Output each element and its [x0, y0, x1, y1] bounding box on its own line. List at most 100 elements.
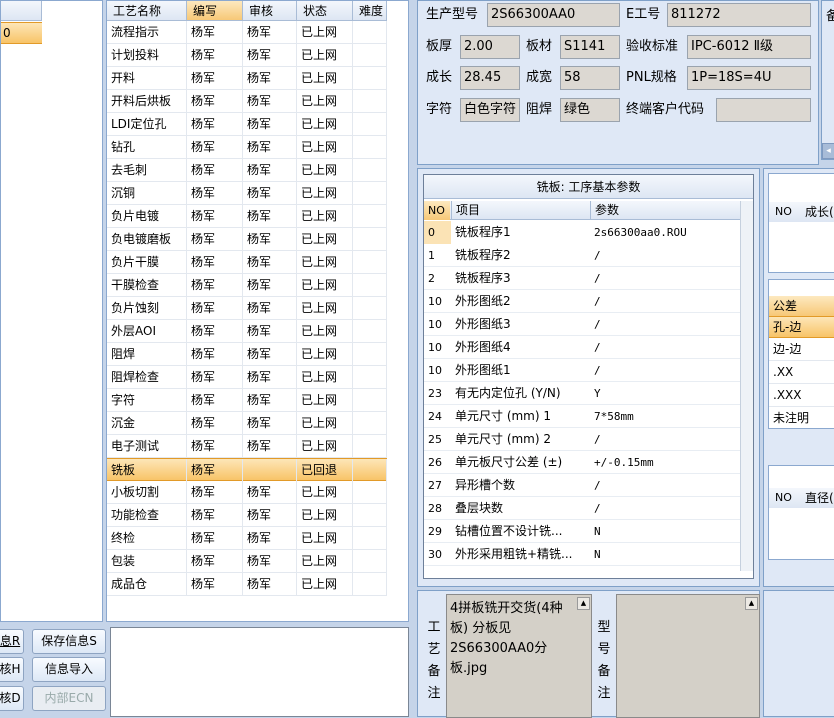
table-row[interactable]: LDI定位孔 杨军 杨军 已上网	[107, 113, 387, 136]
tolerance-item-xxx[interactable]: .XXX	[769, 384, 834, 407]
status-cell: 已上网	[297, 389, 353, 412]
status-cell: 已上网	[297, 136, 353, 159]
right-grid1-col-no[interactable]: NO	[775, 202, 792, 222]
table-row[interactable]: 开料 杨军 杨军 已上网	[107, 67, 387, 90]
col-header-difficulty[interactable]: 难度	[353, 1, 387, 21]
reviewer-cell: 杨军	[243, 205, 297, 228]
material-field[interactable]: S1141	[560, 35, 620, 59]
list-item[interactable]: 1 铣板程序2 /	[424, 244, 740, 267]
eno-field[interactable]: 811272	[667, 3, 811, 27]
table-row[interactable]: 包装 杨军 杨军 已上网	[107, 550, 387, 573]
reviewer-cell: 杨军	[243, 113, 297, 136]
list-item[interactable]: 0 铣板程序1 2s66300aa0.ROU	[424, 221, 740, 244]
tolerance-item-hole-edge[interactable]: 孔-边	[769, 316, 834, 338]
param-item-cell: 外形图纸4	[455, 340, 511, 354]
right-grid1-col-len[interactable]: 成长(	[805, 202, 834, 222]
table-row[interactable]: 铣板 杨军 已回退	[107, 458, 387, 482]
import-info-button[interactable]: 信息导入	[32, 657, 106, 682]
table-row[interactable]: 沉铜 杨军 杨军 已上网	[107, 182, 387, 205]
list-item[interactable]: 23 有无内定位孔 (Y/N) Y	[424, 382, 740, 405]
list-item[interactable]: 27 异形槽个数 /	[424, 474, 740, 497]
col-header-process[interactable]: 工艺名称	[107, 1, 187, 21]
list-item[interactable]: 26 单元板尺寸公差 (±) +/-0.15mm	[424, 451, 740, 474]
note-textarea[interactable]	[110, 627, 409, 717]
list-item[interactable]: 2 铣板程序3 /	[424, 267, 740, 290]
table-row[interactable]: 功能检查 杨军 杨军 已上网	[107, 504, 387, 527]
list-item[interactable]: 29 钻槽位置不设计铣... N	[424, 520, 740, 543]
right-grid2-col-no[interactable]: NO	[775, 488, 792, 508]
table-row[interactable]: 阻焊检查 杨军 杨军 已上网	[107, 366, 387, 389]
reviewer-cell: 杨军	[243, 251, 297, 274]
pnl-field[interactable]: 1P=18S=4U	[687, 66, 811, 90]
col-header-writer[interactable]: 编写	[187, 1, 243, 21]
tolerance-item-edge-edge[interactable]: 边-边	[769, 338, 834, 361]
model-remark-scroll-up[interactable]: ▲	[745, 597, 758, 610]
model-label: 生产型号	[426, 7, 479, 22]
table-row[interactable]: 电子测试 杨军 杨军 已上网	[107, 435, 387, 458]
status-cell: 已上网	[297, 21, 353, 44]
char-field[interactable]: 白色字符	[460, 98, 520, 122]
model-field[interactable]: 2S66300AA0	[487, 3, 620, 27]
tolerance-item-unmarked[interactable]: 未注明	[769, 407, 834, 430]
list-item[interactable]: 30 外形采用粗铣+精铣... N	[424, 543, 740, 566]
list-item[interactable]: 10 外形图纸1 /	[424, 359, 740, 382]
table-row[interactable]: 阻焊 杨军 杨军 已上网	[107, 343, 387, 366]
writer-cell: 杨军	[187, 205, 243, 228]
param-no-cell: 24	[428, 410, 442, 423]
table-row[interactable]: 干膜检查 杨军 杨军 已上网	[107, 274, 387, 297]
table-row[interactable]: 成品仓 杨军 杨军 已上网	[107, 573, 387, 596]
reviewer-cell: 杨军	[243, 90, 297, 113]
review-d-button[interactable]: 核D	[0, 686, 24, 711]
process-remark-scroll-up[interactable]: ▲	[577, 597, 590, 610]
params-col-value[interactable]: 参数	[590, 201, 740, 220]
scroll-left-button[interactable]: ◂	[822, 143, 834, 159]
list-item[interactable]: 25 单元尺寸 (mm) 2 /	[424, 428, 740, 451]
internal-ecn-button[interactable]: 内部ECN	[32, 686, 106, 711]
table-row[interactable]: 负片电镀 杨军 杨军 已上网	[107, 205, 387, 228]
table-row[interactable]: 计划投料 杨军 杨军 已上网	[107, 44, 387, 67]
order-info-panel: 生产型号 2S66300AA0 E工号 811272 板厚 2.00 板材 S1…	[417, 0, 819, 165]
list-item[interactable]: 28 叠层块数 /	[424, 497, 740, 520]
table-row[interactable]: 去毛刺 杨军 杨军 已上网	[107, 159, 387, 182]
table-row[interactable]: 负片蚀刻 杨军 杨军 已上网	[107, 297, 387, 320]
left-list-selected-item[interactable]: 0	[1, 22, 42, 44]
length-field[interactable]: 28.45	[460, 66, 520, 90]
tolerance-item-xx[interactable]: .XX	[769, 361, 834, 384]
table-row[interactable]: 外层AOI 杨军 杨军 已上网	[107, 320, 387, 343]
param-value-cell: N	[594, 525, 601, 538]
status-cell: 已上网	[297, 90, 353, 113]
save-info-button[interactable]: 保存信息S	[32, 629, 106, 654]
model-remark-box[interactable]: ▲	[616, 594, 760, 718]
table-row[interactable]: 开料后烘板 杨军 杨军 已上网	[107, 90, 387, 113]
width-field[interactable]: 58	[560, 66, 620, 90]
status-cell: 已上网	[297, 366, 353, 389]
params-col-item[interactable]: 项目	[451, 201, 589, 220]
process-remark-box[interactable]: 4拼板铣开交货(4种板) 分板见2S66300AA0分板.jpg ▲	[446, 594, 592, 718]
thickness-field[interactable]: 2.00	[460, 35, 520, 59]
list-item[interactable]: 10 外形图纸4 /	[424, 336, 740, 359]
params-scrollbar[interactable]	[740, 201, 753, 571]
list-item[interactable]: 24 单元尺寸 (mm) 1 7*58mm	[424, 405, 740, 428]
table-row[interactable]: 字符 杨军 杨军 已上网	[107, 389, 387, 412]
list-item[interactable]: 10 外形图纸2 /	[424, 290, 740, 313]
standard-field[interactable]: IPC-6012 Ⅱ级	[687, 35, 811, 59]
customer-code-field[interactable]	[716, 98, 811, 122]
table-row[interactable]: 负片干膜 杨军 杨军 已上网	[107, 251, 387, 274]
list-item[interactable]: 10 外形图纸3 /	[424, 313, 740, 336]
table-row[interactable]: 沉金 杨军 杨军 已上网	[107, 412, 387, 435]
review-h-button[interactable]: 核H	[0, 657, 24, 682]
table-row[interactable]: 小板切割 杨军 杨军 已上网	[107, 481, 387, 504]
info-r-button[interactable]: 息R	[0, 629, 24, 654]
right-grid2-col-dia[interactable]: 直径(	[805, 488, 834, 508]
writer-cell: 杨军	[187, 366, 243, 389]
table-row[interactable]: 钻孔 杨军 杨军 已上网	[107, 136, 387, 159]
difficulty-cell	[353, 343, 387, 366]
params-col-no[interactable]: NO	[424, 201, 450, 220]
mask-field[interactable]: 绿色	[560, 98, 620, 122]
col-header-reviewer[interactable]: 审核	[243, 1, 297, 21]
col-header-status[interactable]: 状态	[297, 1, 353, 21]
table-row[interactable]: 负电镀磨板 杨军 杨军 已上网	[107, 228, 387, 251]
table-row[interactable]: 终检 杨军 杨军 已上网	[107, 527, 387, 550]
table-row[interactable]: 流程指示 杨军 杨军 已上网	[107, 21, 387, 44]
status-cell: 已回退	[297, 459, 353, 482]
